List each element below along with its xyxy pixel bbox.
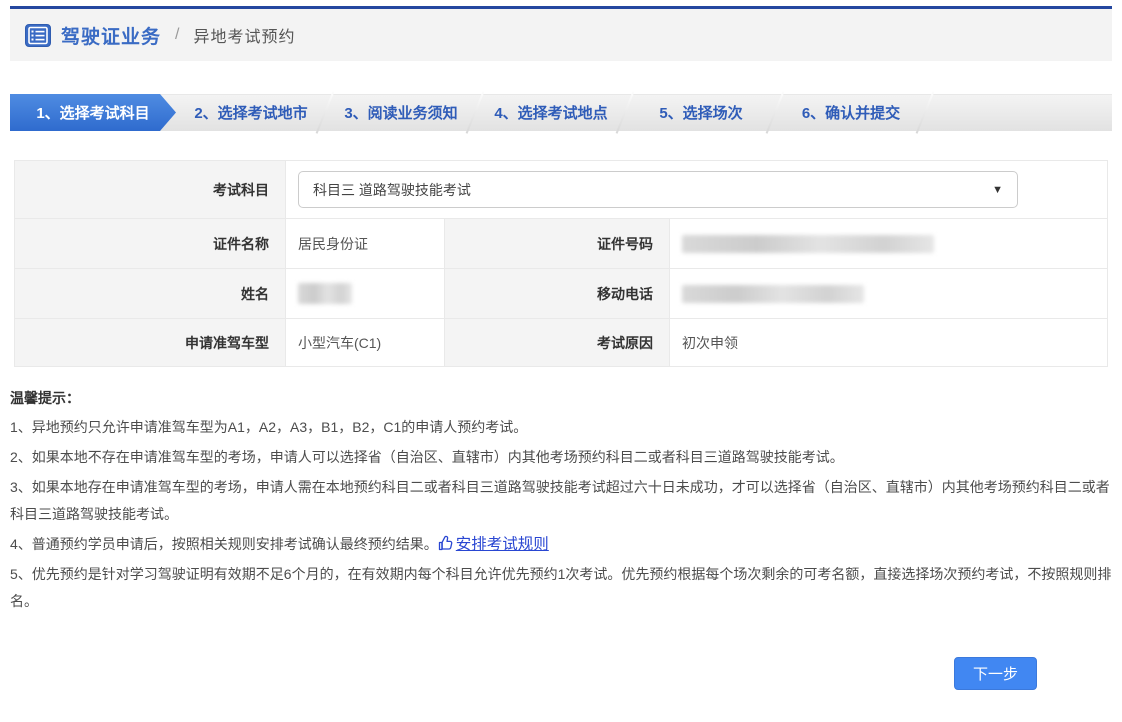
step-1-select-subject[interactable]: 1、选择考试科目 [10, 94, 176, 131]
breadcrumb-separator: / [175, 26, 179, 44]
exam-reason-value: 初次申领 [670, 319, 1108, 367]
tip-item-2: 2、如果本地不存在申请准驾车型的考场，申请人可以选择省（自治区、直辖市）内其他考… [10, 444, 1112, 471]
vehicle-type-value: 小型汽车(C1) [286, 319, 445, 367]
redacted-phone [682, 285, 864, 303]
exam-reason-label: 考试原因 [445, 319, 670, 367]
caret-down-icon: ▼ [992, 184, 1003, 196]
phone-label: 移动电话 [445, 269, 670, 319]
tip-item-4-text: 4、普通预约学员申请后，按照相关规则安排考试确认最终预约结果。 [10, 536, 438, 552]
thumb-up-icon [438, 534, 455, 551]
exam-rules-link[interactable]: 安排考试规则 [438, 536, 549, 553]
page: 驾驶证业务 / 异地考试预约 1、选择考试科目 2、选择考试地市 3、阅读业务须… [10, 6, 1112, 722]
exam-subject-cell: 科目三 道路驾驶技能考试 ▼ [286, 161, 1108, 219]
tip-item-1: 1、异地预约只允许申请准驾车型为A1，A2，A3，B1，B2，C1的申请人预约考… [10, 414, 1112, 441]
page-title: 驾驶证业务 [61, 22, 161, 49]
tips-heading: 温馨提示： [10, 385, 1112, 411]
vehicle-type-label: 申请准驾车型 [15, 319, 286, 367]
id-number-value [670, 219, 1108, 269]
exam-subject-selected-value: 科目三 道路驾驶技能考试 [313, 180, 471, 200]
id-number-label: 证件号码 [445, 219, 670, 269]
applicant-info-table: 考试科目 科目三 道路驾驶技能考试 ▼ 证件名称 居民身份证 证件号码 姓名 移… [14, 160, 1108, 367]
step-bar: 1、选择考试科目 2、选择考试地市 3、阅读业务须知 4、选择考试地点 5、选择… [10, 94, 1112, 131]
exam-rules-link-label: 安排考试规则 [456, 536, 549, 553]
tip-item-5: 5、优先预约是针对学习驾驶证明有效期不足6个月的，在有效期内每个科目允许优先预约… [10, 561, 1112, 615]
next-step-button[interactable]: 下一步 [954, 657, 1037, 690]
table-row: 姓名 移动电话 [15, 269, 1108, 319]
step-4-select-location[interactable]: 4、选择考试地点 [476, 94, 626, 131]
step-bar-filler [926, 94, 1112, 131]
step-5-select-session[interactable]: 5、选择场次 [626, 94, 776, 131]
redacted-id-number [682, 235, 934, 253]
table-row: 证件名称 居民身份证 证件号码 [15, 219, 1108, 269]
exam-subject-select[interactable]: 科目三 道路驾驶技能考试 ▼ [298, 171, 1018, 208]
table-row: 考试科目 科目三 道路驾驶技能考试 ▼ [15, 161, 1108, 219]
breadcrumb-current: 异地考试预约 [193, 23, 295, 47]
phone-value [670, 269, 1108, 319]
tips-section: 温馨提示： 1、异地预约只允许申请准驾车型为A1，A2，A3，B1，B2，C1的… [10, 385, 1112, 615]
step-6-confirm-submit[interactable]: 6、确认并提交 [776, 94, 926, 131]
tip-item-4: 4、普通预约学员申请后，按照相关规则安排考试确认最终预约结果。 安排考试规则 [10, 531, 1112, 558]
footer: 下一步 [10, 657, 1112, 722]
name-value [286, 269, 445, 319]
tip-item-3: 3、如果本地存在申请准驾车型的考场，申请人需在本地预约科目二或者科目三道路驾驶技… [10, 474, 1112, 528]
step-3-read-notice[interactable]: 3、阅读业务须知 [326, 94, 476, 131]
breadcrumb-bar: 驾驶证业务 / 异地考试预约 [10, 6, 1112, 61]
id-type-value: 居民身份证 [286, 219, 445, 269]
name-label: 姓名 [15, 269, 286, 319]
table-row: 申请准驾车型 小型汽车(C1) 考试原因 初次申领 [15, 319, 1108, 367]
step-2-select-city[interactable]: 2、选择考试地市 [176, 94, 326, 131]
id-type-label: 证件名称 [15, 219, 286, 269]
exam-subject-label: 考试科目 [15, 161, 286, 219]
redacted-name [298, 283, 352, 304]
list-icon [25, 24, 51, 47]
